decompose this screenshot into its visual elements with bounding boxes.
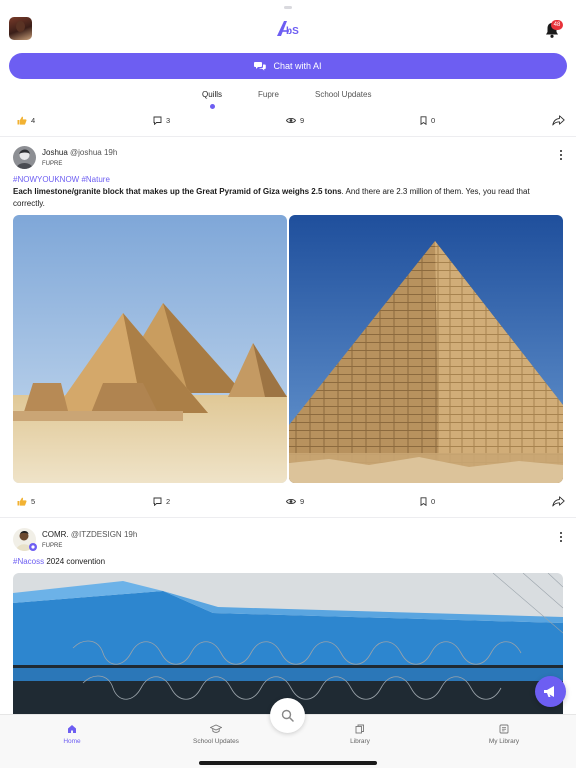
nav-library[interactable]: Library: [315, 724, 405, 745]
author-school: FUPRE: [42, 543, 63, 549]
megaphone-icon: [544, 686, 554, 697]
verified-badge-icon: [29, 543, 37, 551]
more-options-icon[interactable]: [559, 150, 563, 162]
home-indicator[interactable]: [199, 761, 377, 765]
author-handle: @joshua: [70, 148, 102, 157]
post-divider: [0, 136, 576, 137]
share-icon: [552, 495, 565, 506]
nav-home[interactable]: Home: [27, 724, 117, 745]
post-time: 19h: [103, 148, 118, 157]
post-image-convention-venue[interactable]: [13, 573, 563, 718]
post-actions: 4 3 9 0: [0, 112, 576, 128]
nav-library-label: Library: [350, 738, 370, 745]
nav-my-library-label: My Library: [488, 738, 520, 745]
nav-school-updates-label: School Updates: [193, 738, 239, 745]
tab-school-updates[interactable]: School Updates: [315, 90, 371, 99]
author-line[interactable]: Joshua @joshua 19h: [42, 148, 117, 157]
post-body: Each limestone/granite block that makes …: [13, 186, 563, 210]
share-button[interactable]: [552, 112, 565, 128]
post-time: 19h: [123, 530, 138, 539]
post-image-pyramid-closeup[interactable]: [289, 215, 563, 483]
author-school: FUPRE: [42, 161, 63, 167]
nav-home-label: Home: [63, 738, 81, 745]
nav-my-library[interactable]: My Library: [459, 724, 549, 745]
share-button[interactable]: [552, 493, 565, 509]
comment-button[interactable]: 2: [153, 493, 170, 509]
bookmark-icon: [420, 115, 427, 125]
notification-badge: 48: [551, 20, 563, 30]
graduation-cap-icon: [210, 724, 222, 733]
search-icon: [281, 709, 294, 722]
top-bar: bS 48: [0, 14, 576, 44]
hashtag-links[interactable]: #NOWYOUKNOW #Nature: [13, 175, 110, 184]
announcement-fab[interactable]: [535, 676, 566, 707]
author-name: Joshua: [42, 148, 68, 157]
nav-school-updates[interactable]: School Updates: [171, 724, 261, 745]
post-actions: 5 2 9 0: [0, 493, 576, 509]
home-icon: [68, 725, 76, 733]
more-options-icon[interactable]: [559, 532, 563, 544]
post-header: COMR. @ITZDESIGN 19h FUPRE: [13, 528, 563, 552]
like-button[interactable]: 4: [17, 112, 35, 128]
comment-icon: [153, 116, 162, 125]
author-line[interactable]: COMR. @ITZDESIGN 19h: [42, 530, 137, 539]
top-drag-handle: [284, 6, 292, 9]
like-button[interactable]: 5: [17, 493, 35, 509]
author-handle: @ITZDESIGN: [70, 530, 122, 539]
view-count: 9: [300, 115, 305, 125]
view-count: 9: [300, 496, 305, 506]
like-count: 5: [31, 496, 36, 506]
post-body-bold: Each limestone/granite block that makes …: [13, 187, 342, 196]
bookmark-button[interactable]: 0: [420, 493, 435, 509]
chat-with-ai-button[interactable]: Chat with AI: [9, 53, 567, 79]
eye-icon: [286, 117, 296, 123]
feed-tabs: Quills Fupre School Updates: [0, 90, 576, 110]
post-image-pyramids-distant[interactable]: [13, 215, 287, 483]
avatar[interactable]: [13, 146, 36, 169]
active-tab-indicator: [210, 104, 215, 109]
comment-count: 3: [166, 115, 171, 125]
post-hashtags[interactable]: #NOWYOUKNOW #Nature: [13, 174, 563, 186]
views-indicator: 9: [286, 112, 304, 128]
comment-icon: [153, 497, 162, 506]
chat-bubbles-icon: [254, 62, 267, 71]
tab-quills[interactable]: Quills: [202, 90, 222, 99]
views-indicator: 9: [286, 493, 304, 509]
like-count: 4: [31, 115, 36, 125]
thumbs-up-icon: [17, 116, 27, 125]
bookmark-icon: [420, 496, 427, 506]
my-library-icon: [499, 724, 509, 734]
app-logo: bS: [277, 21, 299, 37]
post-image-grid: [13, 215, 563, 483]
chat-with-ai-label: Chat with AI: [273, 61, 322, 71]
post-divider: [0, 517, 576, 518]
thumbs-up-icon: [17, 497, 27, 506]
comment-button[interactable]: 3: [153, 112, 170, 128]
author-name: COMR.: [42, 530, 69, 539]
bookmark-count: 0: [431, 496, 436, 506]
profile-avatar[interactable]: [9, 17, 32, 40]
library-icon: [355, 724, 364, 734]
eye-icon: [286, 498, 296, 504]
post-header: Joshua @joshua 19h FUPRE: [13, 146, 563, 170]
bookmark-button[interactable]: 0: [420, 112, 435, 128]
share-icon: [552, 114, 565, 125]
bookmark-count: 0: [431, 115, 436, 125]
post-body-rest: 2024 convention: [44, 557, 106, 566]
hashtag-link[interactable]: #Nacoss: [13, 557, 44, 566]
svg-text:bS: bS: [286, 26, 299, 37]
comment-count: 2: [166, 496, 171, 506]
tab-fupre[interactable]: Fupre: [258, 90, 279, 99]
post-body: #Nacoss 2024 convention: [13, 556, 563, 568]
search-button[interactable]: [270, 698, 305, 733]
